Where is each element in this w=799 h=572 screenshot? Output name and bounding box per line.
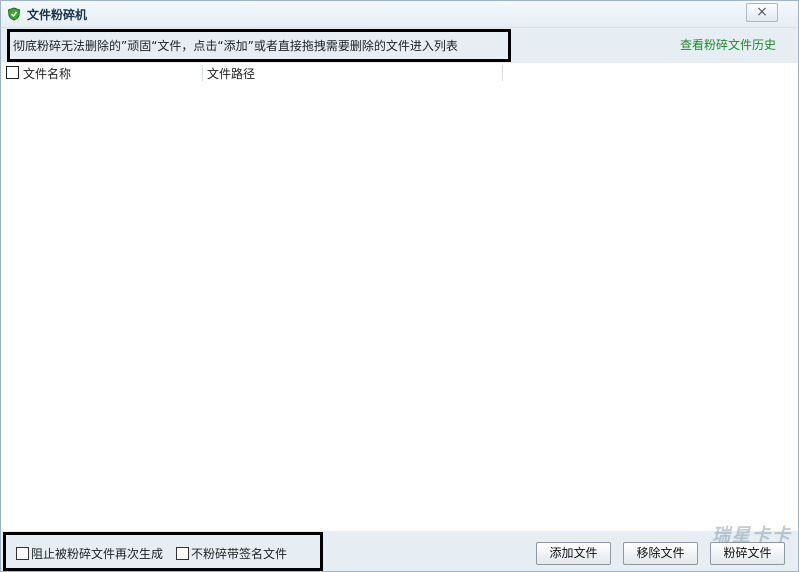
column-divider[interactable] — [202, 65, 203, 81]
select-all-checkbox[interactable] — [6, 66, 19, 79]
skip-signed-option[interactable]: 不粉碎带签名文件 — [176, 545, 287, 562]
add-file-button[interactable]: 添加文件 — [536, 542, 611, 565]
prevent-regenerate-option[interactable]: 阻止被粉碎文件再次生成 — [16, 545, 163, 562]
watermark-logo: 瑞星卡卡 — [712, 525, 792, 546]
column-divider[interactable] — [502, 65, 503, 81]
footer-bar: 阻止被粉碎文件再次生成 不粉碎带签名文件 添加文件 移除文件 粉碎文件 — [1, 531, 798, 571]
hint-text: 彻底粉碎无法删除的”顽固“文件，点击“添加”或者直接拖拽需要删除的文件进入列表 — [13, 39, 458, 53]
view-shred-history-link[interactable]: 查看粉碎文件历史 — [680, 36, 776, 53]
close-icon: × — [756, 4, 768, 20]
file-list-header: 文件名称 文件路径 — [1, 62, 798, 84]
skip-signed-checkbox[interactable] — [176, 547, 189, 560]
skip-signed-label: 不粉碎带签名文件 — [191, 547, 288, 561]
close-button[interactable]: × — [746, 3, 778, 22]
hint-highlight-box: 彻底粉碎无法删除的”顽固“文件，点击“添加”或者直接拖拽需要删除的文件进入列表 — [7, 29, 511, 62]
shield-icon — [7, 7, 21, 21]
file-shredder-window: 文件粉碎机 × 彻底粉碎无法删除的”顽固“文件，点击“添加”或者直接拖拽需要删除… — [0, 0, 799, 572]
prevent-regenerate-checkbox[interactable] — [16, 547, 29, 560]
hint-bar: 彻底粉碎无法删除的”顽固“文件，点击“添加”或者直接拖拽需要删除的文件进入列表 … — [1, 28, 798, 62]
column-header-file-path[interactable]: 文件路径 — [207, 65, 255, 82]
remove-file-button[interactable]: 移除文件 — [623, 542, 698, 565]
prevent-regenerate-label: 阻止被粉碎文件再次生成 — [31, 547, 164, 561]
column-header-file-name[interactable]: 文件名称 — [23, 65, 71, 82]
file-list[interactable] — [1, 83, 798, 531]
title-bar[interactable]: 文件粉碎机 × — [1, 1, 798, 28]
window-title: 文件粉碎机 — [27, 8, 88, 22]
